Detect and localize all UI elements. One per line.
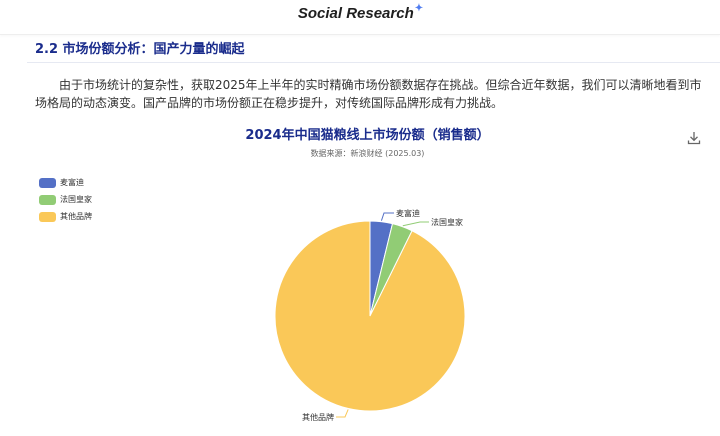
slice-leader-line <box>336 409 349 418</box>
slice-label: 麦富迪 <box>396 208 420 218</box>
slice-leader-line <box>380 212 394 221</box>
slice-label: 其他品牌 <box>302 412 334 422</box>
slice-leader-line <box>402 221 429 227</box>
slice-label: 法国皇家 <box>431 217 463 227</box>
pie-chart: 麦富迪法国皇家其他品牌 <box>274 208 466 422</box>
pie-slice[interactable] <box>274 220 466 412</box>
